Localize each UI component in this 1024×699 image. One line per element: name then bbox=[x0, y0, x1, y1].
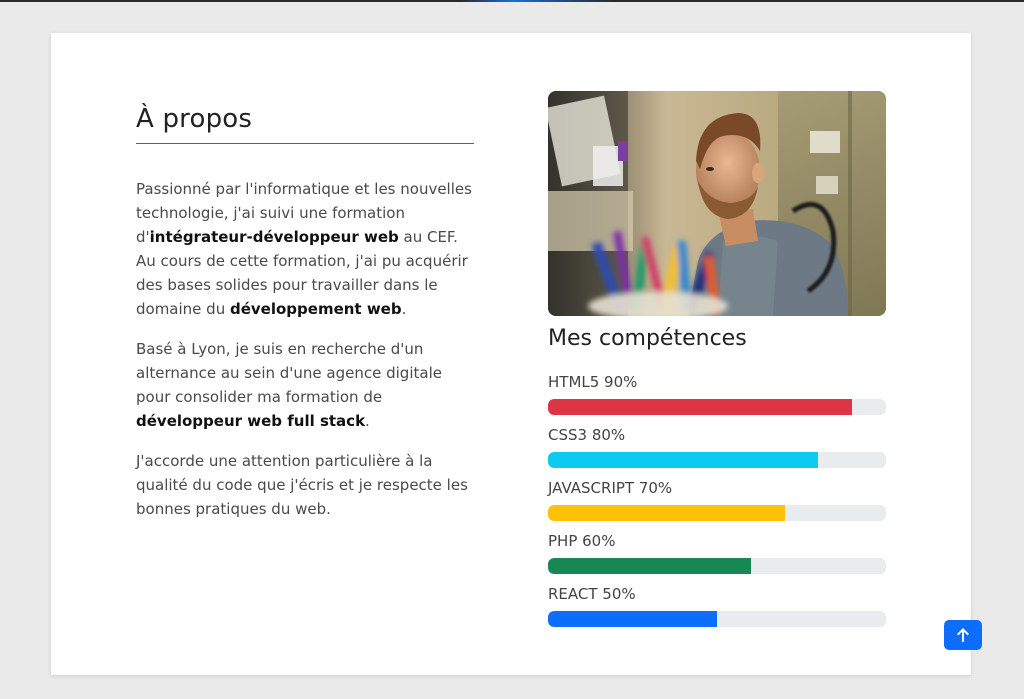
skill-progress-bar bbox=[548, 611, 886, 627]
skill-item: CSS3 80% bbox=[548, 425, 886, 478]
skills-title: Mes compétences bbox=[548, 326, 747, 351]
skill-item: HTML5 90% bbox=[548, 372, 886, 425]
skill-item: REACT 50% bbox=[548, 584, 886, 637]
paragraph-text: Basé à Lyon, je suis en recherche d'un a… bbox=[136, 340, 442, 406]
skill-label: REACT 50% bbox=[548, 585, 636, 603]
top-strip bbox=[0, 0, 1024, 2]
skill-progress-bar bbox=[548, 399, 886, 415]
skill-progress-bar bbox=[548, 558, 886, 574]
paragraph-text: . bbox=[365, 412, 370, 430]
skill-label: PHP 60% bbox=[548, 532, 616, 550]
skill-progress-fill bbox=[548, 505, 785, 521]
paragraph-text: J'accorde une attention particulière à l… bbox=[136, 452, 468, 518]
skill-progress-fill bbox=[548, 452, 819, 468]
emphasis-text: développement web bbox=[229, 300, 402, 318]
skill-item: PHP 60% bbox=[548, 531, 886, 584]
arrow-up-icon bbox=[957, 628, 969, 642]
about-paragraph-3: J'accorde une attention particulière à l… bbox=[136, 449, 474, 521]
about-paragraph-1: Passionné par l'informatique et les nouv… bbox=[136, 177, 474, 321]
paragraph-text: . bbox=[401, 300, 407, 318]
profile-photo bbox=[548, 91, 886, 316]
skill-label: CSS3 80% bbox=[548, 426, 626, 444]
skill-progress-fill bbox=[548, 611, 717, 627]
skill-item: JAVASCRIPT 70% bbox=[548, 478, 886, 531]
skill-label: JAVASCRIPT 70% bbox=[548, 479, 673, 497]
skill-progress-bar bbox=[548, 505, 886, 521]
skill-progress-fill bbox=[548, 399, 853, 415]
skill-progress-fill bbox=[548, 558, 751, 574]
skills-list: HTML5 90% CSS3 80% JAVASCRIPT 70% PHP 60% RE… bbox=[548, 372, 886, 637]
skill-progress-bar bbox=[548, 452, 886, 468]
emphasis-text: développeur web full stack bbox=[136, 412, 366, 430]
emphasis-text: intégrateur-développeur web bbox=[149, 228, 399, 246]
about-paragraph-2: Basé à Lyon, je suis en recherche d'un a… bbox=[136, 337, 474, 433]
about-title: À propos bbox=[136, 104, 474, 144]
about-section: À propos Passionné par l'informatique et… bbox=[136, 104, 474, 521]
back-to-top-button[interactable] bbox=[944, 620, 982, 650]
skill-label: HTML5 90% bbox=[548, 373, 638, 391]
